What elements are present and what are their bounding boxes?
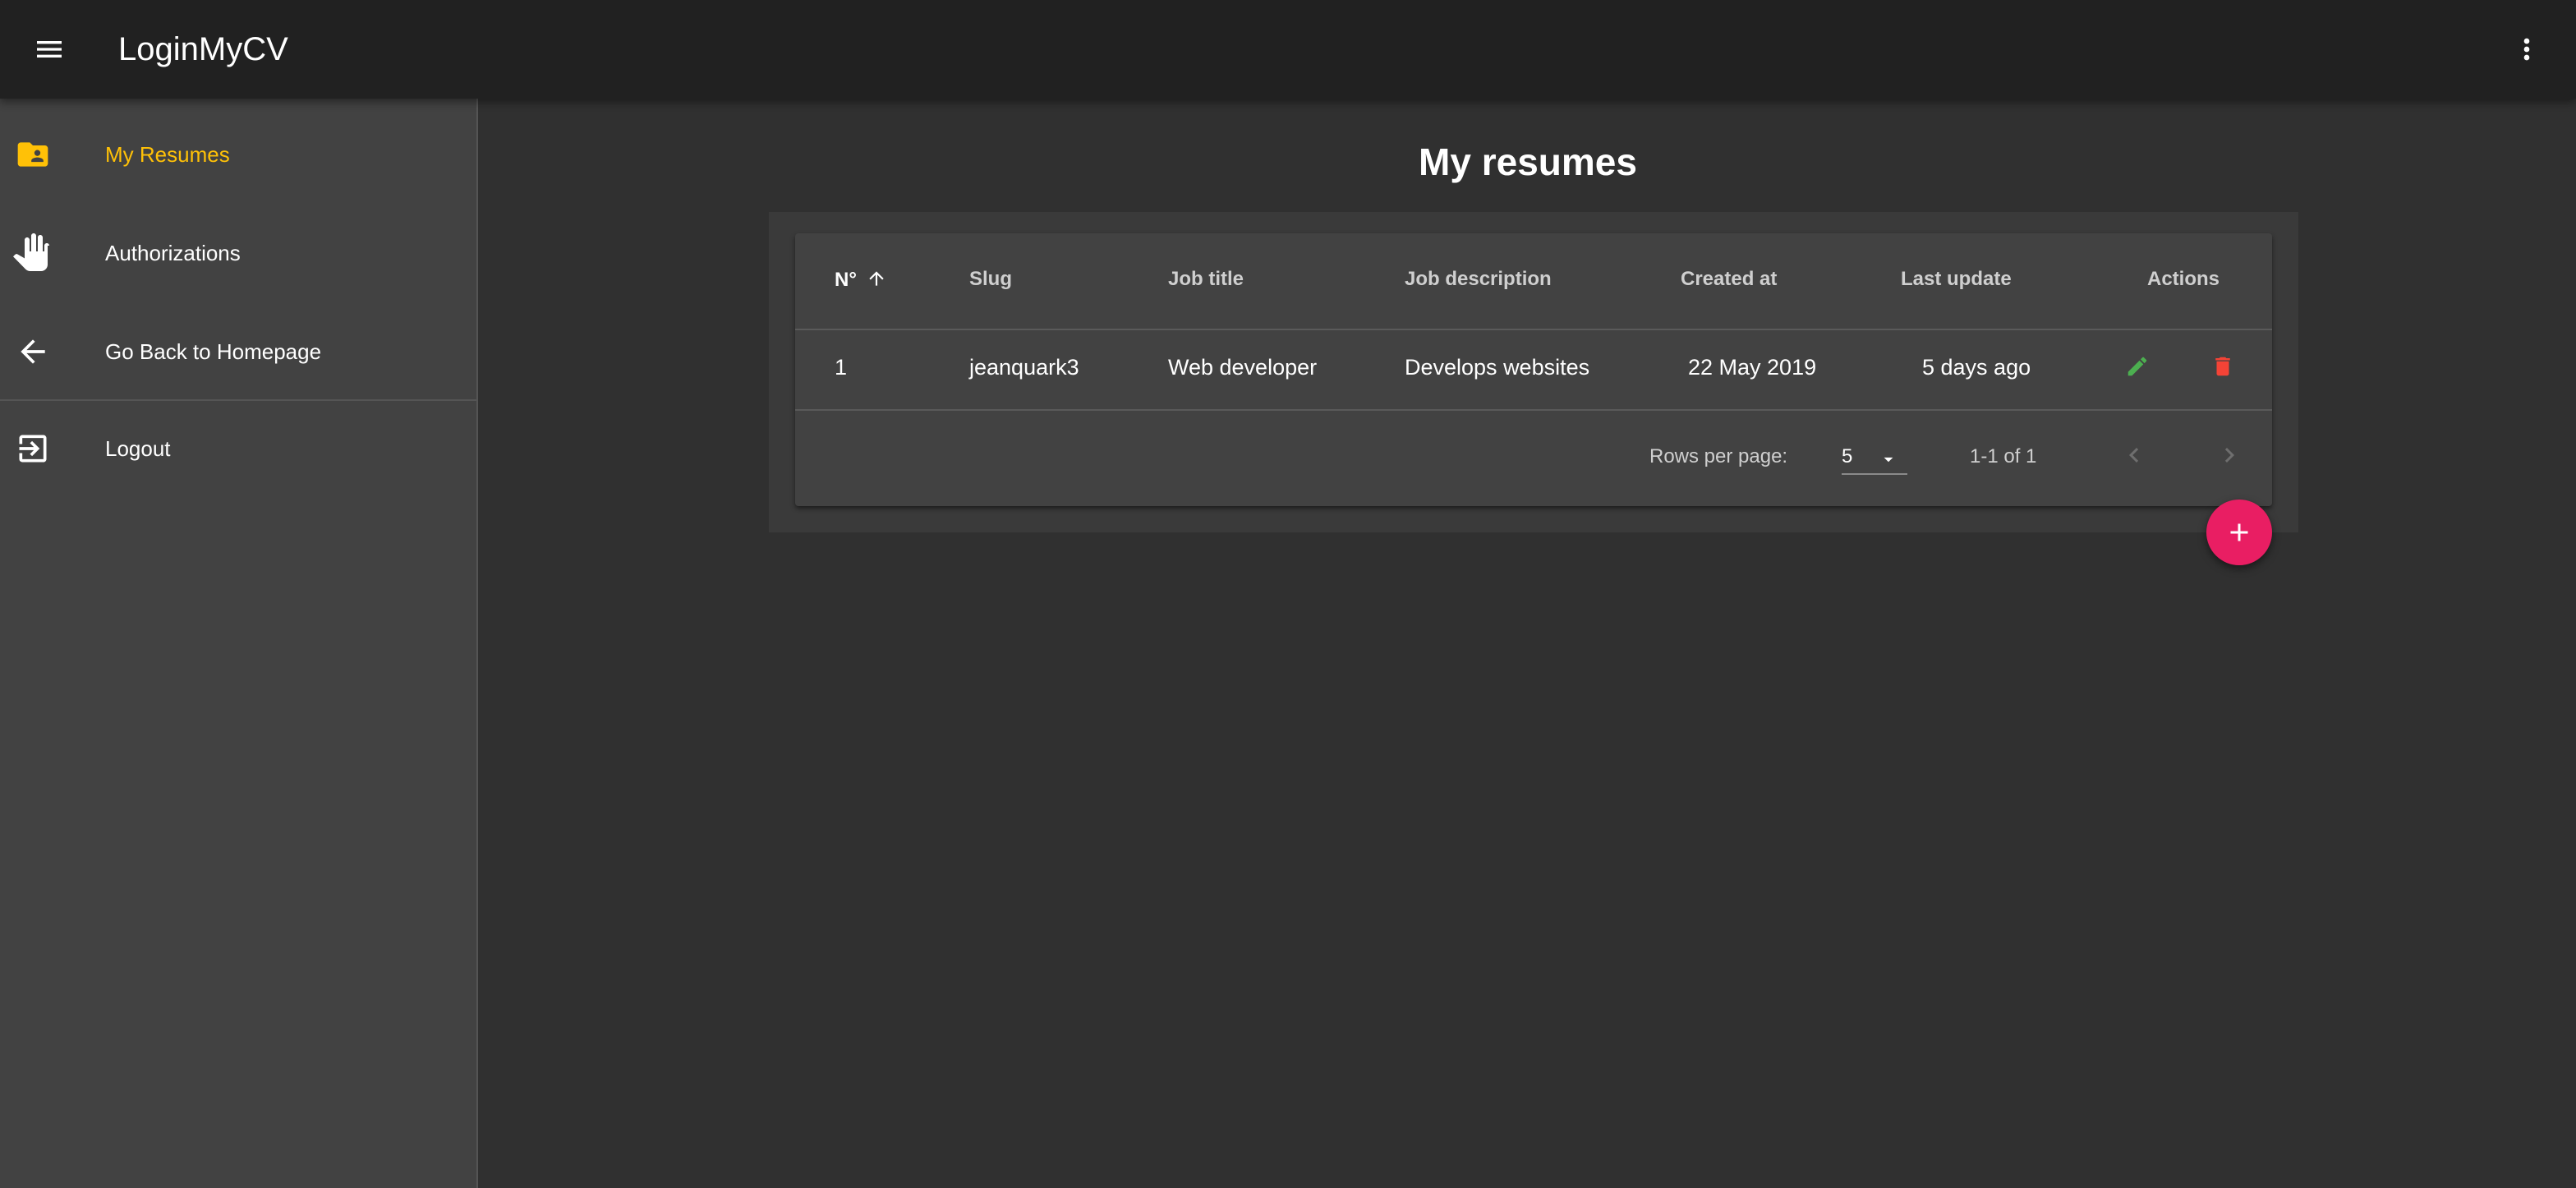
sidebar-item-label: Authorizations (105, 240, 241, 265)
rows-per-page-select[interactable]: 5 (1842, 434, 1907, 475)
app-title: LoginMyCV (118, 31, 288, 67)
column-header-actions: Actions (2147, 268, 2220, 290)
sidebar: My Resumes Authorizations Go Back to Hom… (0, 99, 478, 1188)
rows-per-page-value: 5 (1842, 445, 1853, 467)
hand-icon (13, 233, 53, 273)
pagination-range: 1-1 of 1 (1970, 445, 2037, 467)
row-divider (795, 409, 2272, 411)
previous-page-button[interactable] (2109, 431, 2159, 480)
column-header-job-description[interactable]: Job description (1405, 268, 1552, 291)
exit-icon (13, 429, 53, 468)
pencil-icon (2128, 357, 2147, 376)
chevron-left-icon (2129, 448, 2139, 463)
more-vertical-icon[interactable] (2497, 20, 2556, 79)
sidebar-item-authorizations[interactable]: Authorizations (0, 204, 476, 302)
delete-button[interactable] (2198, 342, 2247, 391)
cell-created-at: 22 May 2019 (1688, 355, 1817, 380)
sidebar-item-label: Go Back to Homepage (105, 338, 322, 364)
chevron-right-icon (2224, 448, 2234, 463)
plus-icon (2230, 523, 2248, 541)
resumes-table: N° Slug Job title Job description Create… (795, 233, 2272, 506)
sidebar-item-label: My Resumes (105, 141, 230, 167)
column-header-created-at[interactable]: Created at (1681, 268, 1777, 291)
sidebar-item-logout[interactable]: Logout (0, 399, 476, 498)
cell-last-update: 5 days ago (1922, 355, 2031, 380)
caret-down-icon (1884, 457, 1893, 463)
cell-number: 1 (835, 355, 848, 380)
top-app-bar: LoginMyCV (0, 0, 2576, 99)
sidebar-item-label: Logout (105, 435, 171, 461)
column-header-label: N° (835, 269, 857, 291)
cell-job-title: Web developer (1168, 355, 1318, 380)
column-header-number[interactable]: N° (835, 268, 887, 292)
cell-job-description: Develops websites (1405, 355, 1590, 380)
sidebar-item-my-resumes[interactable]: My Resumes (0, 105, 476, 204)
rows-per-page-label: Rows per page: (1649, 445, 1788, 467)
column-header-job-title[interactable]: Job title (1168, 268, 1244, 291)
hamburger-menu-icon[interactable] (20, 20, 79, 79)
sidebar-item-go-back-homepage[interactable]: Go Back to Homepage (0, 302, 476, 401)
next-page-button[interactable] (2205, 431, 2254, 480)
cell-slug: jeanquark3 (969, 355, 1079, 380)
edit-button[interactable] (2113, 342, 2162, 391)
column-header-last-update[interactable]: Last update (1901, 268, 2012, 291)
column-header-slug[interactable]: Slug (969, 268, 1012, 291)
add-resume-button[interactable] (2206, 500, 2272, 565)
folder-account-icon (13, 135, 53, 174)
arrow-left-icon (13, 332, 53, 371)
header-divider (795, 329, 2272, 330)
trash-icon (2215, 357, 2230, 376)
page-title: My resumes (1419, 140, 1637, 183)
arrow-up-sort-icon (868, 271, 884, 286)
